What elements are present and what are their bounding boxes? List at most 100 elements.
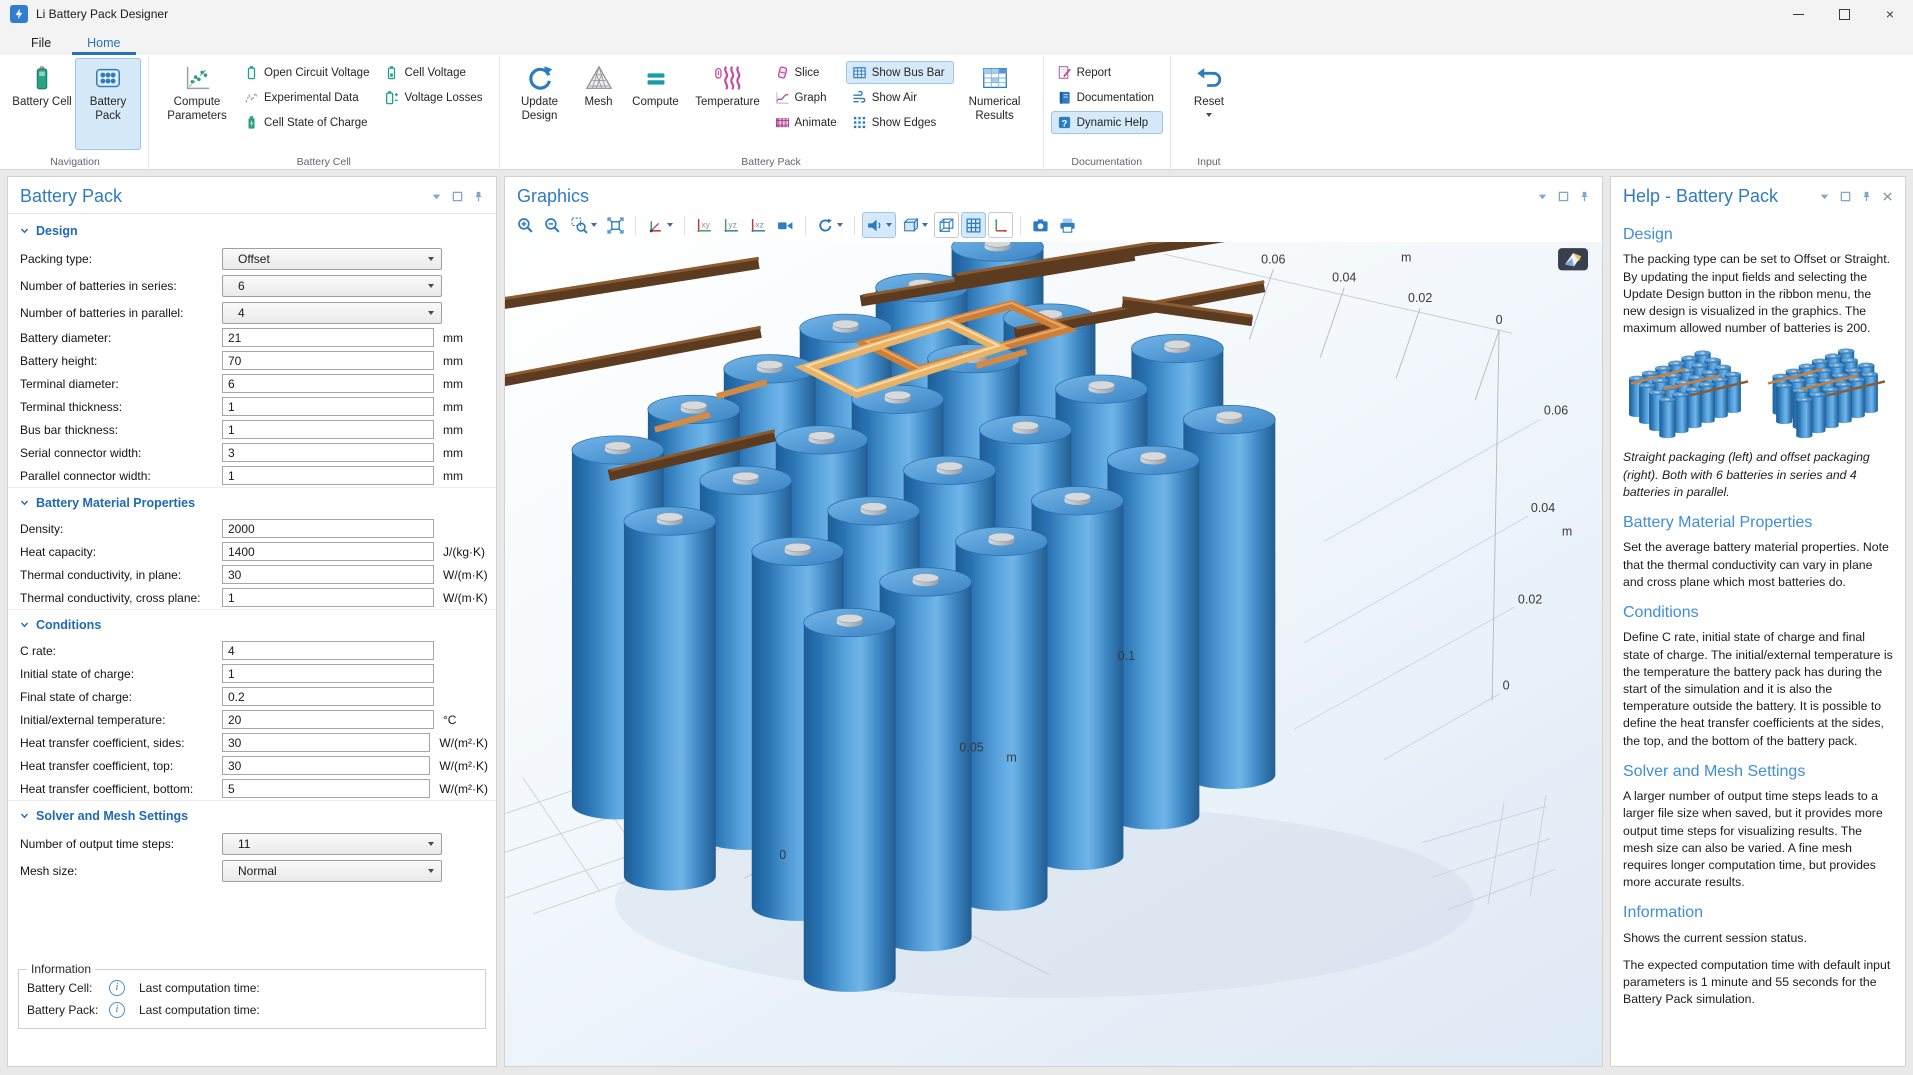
close-button[interactable]: × xyxy=(1867,0,1913,28)
report-button[interactable]: Report xyxy=(1051,61,1163,84)
serial-connector-width-input[interactable]: 3 xyxy=(222,443,434,462)
rotate-view-button[interactable] xyxy=(813,212,847,238)
heat-transfer-coefficient-sides-input[interactable]: 30 xyxy=(222,733,430,752)
cell-voltage-button[interactable]: Cell Voltage xyxy=(378,61,491,84)
input-value: 4 xyxy=(228,644,235,658)
tab-file[interactable]: File xyxy=(16,32,66,55)
unit-label: W/(m·K) xyxy=(443,591,488,605)
zoom-extents-button[interactable] xyxy=(603,212,628,238)
snapshot-button[interactable] xyxy=(1028,212,1053,238)
section-conditions: ConditionsC rate:4Initial state of charg… xyxy=(8,609,496,800)
documentation-button[interactable]: Documentation xyxy=(1051,86,1163,109)
thermal-conductivity-in-plane-input[interactable]: 30 xyxy=(222,565,434,584)
zoom-in-button[interactable] xyxy=(513,212,538,238)
input-value: 3 xyxy=(228,446,235,460)
environment-button[interactable] xyxy=(898,212,932,238)
number-of-output-time-steps-select[interactable]: 11 xyxy=(222,833,442,855)
section-header-design[interactable]: Design xyxy=(8,216,496,245)
terminal-diameter-input[interactable]: 6 xyxy=(222,374,434,393)
panel-menu-icon[interactable] xyxy=(1819,191,1830,202)
initial-external-temperature-input[interactable]: 20 xyxy=(222,710,434,729)
mesh-size-select[interactable]: Normal xyxy=(222,860,442,882)
graphics-canvas[interactable]: 0.060.040.020m0.060.040.020m0.10.050m xyxy=(505,242,1602,1066)
go-to-view-button[interactable] xyxy=(643,212,677,238)
panel-close-icon[interactable] xyxy=(1882,191,1893,202)
panel-float-icon[interactable] xyxy=(1840,191,1851,202)
numerical-results-button[interactable]: Numerical Results xyxy=(954,58,1036,150)
show-air-icon xyxy=(852,90,867,105)
input-value: 2000 xyxy=(228,522,255,536)
section-header-solver-and-mesh-settings[interactable]: Solver and Mesh Settings xyxy=(8,801,496,830)
minimize-button[interactable] xyxy=(1775,0,1821,28)
graph-button[interactable]: Graph xyxy=(769,86,846,109)
slice-button[interactable]: Slice xyxy=(769,61,846,84)
print-icon xyxy=(1059,217,1076,234)
update-design-button[interactable]: Update Design xyxy=(507,58,573,150)
final-state-of-charge-input[interactable]: 0.2 xyxy=(222,687,434,706)
initial-state-of-charge-input[interactable]: 1 xyxy=(222,664,434,683)
field-label: Packing type: xyxy=(20,252,222,266)
heat-capacity-input[interactable]: 1400 xyxy=(222,542,434,561)
section-header-battery-material-properties[interactable]: Battery Material Properties xyxy=(8,488,496,517)
section-header-conditions[interactable]: Conditions xyxy=(8,610,496,639)
panel-pin-icon[interactable] xyxy=(1579,191,1590,202)
show-axis-button[interactable] xyxy=(988,212,1013,238)
experimental-data-button[interactable]: Experimental Data xyxy=(238,86,378,109)
compute-parameters-button[interactable]: Compute Parameters xyxy=(156,58,238,150)
number-of-batteries-in-parallel-select[interactable]: 4 xyxy=(222,302,442,324)
battery-cell-label: Battery Cell xyxy=(12,96,71,110)
battery-diameter-input[interactable]: 21 xyxy=(222,328,434,347)
offset-packaging-thumbnail xyxy=(1760,347,1891,444)
packing-type-select[interactable]: Offset xyxy=(222,248,442,270)
number-of-batteries-in-series-select[interactable]: 6 xyxy=(222,275,442,297)
battery-cell-button[interactable]: Battery Cell xyxy=(9,58,75,150)
axis-tick-label: m xyxy=(1401,250,1411,264)
print-button[interactable] xyxy=(1055,212,1080,238)
reset-icon xyxy=(1194,63,1224,93)
field-label: Heat transfer coefficient, sides: xyxy=(20,736,222,750)
panel-pin-icon[interactable] xyxy=(473,191,484,202)
compute-button[interactable]: Compute xyxy=(625,58,687,150)
temperature-button[interactable]: Temperature xyxy=(687,58,769,150)
show-bus-bar-button[interactable]: Show Bus Bar xyxy=(846,61,954,84)
animate-button[interactable]: Animate xyxy=(769,111,846,134)
scene-light-button[interactable] xyxy=(862,212,896,238)
voltage-losses-button[interactable]: Voltage Losses xyxy=(378,86,491,109)
density-input[interactable]: 2000 xyxy=(222,519,434,538)
go-to-view-icon xyxy=(647,217,664,234)
show-air-button[interactable]: Show Air xyxy=(846,86,954,109)
cell-state-of-charge-button[interactable]: Cell State of Charge xyxy=(238,111,378,134)
dynamic-help-button[interactable]: Dynamic Help xyxy=(1051,111,1163,134)
terminal-thickness-input[interactable]: 1 xyxy=(222,397,434,416)
open-circuit-voltage-button[interactable]: Open Circuit Voltage xyxy=(238,61,378,84)
view-xy-button[interactable] xyxy=(692,212,717,238)
scene-camera-button[interactable] xyxy=(773,212,798,238)
view-cube-icon[interactable] xyxy=(1558,248,1588,270)
battery-pack-button[interactable]: Battery Pack xyxy=(75,58,141,150)
tab-home[interactable]: Home xyxy=(72,32,135,55)
panel-float-icon[interactable] xyxy=(452,191,463,202)
scene-light-icon xyxy=(866,217,883,234)
maximize-button[interactable] xyxy=(1821,0,1867,28)
panel-menu-icon[interactable] xyxy=(1537,191,1548,202)
zoom-box-button[interactable] xyxy=(567,212,601,238)
heat-transfer-coefficient-bottom-input[interactable]: 5 xyxy=(222,779,430,798)
chevron-down-icon xyxy=(886,223,892,227)
panel-pin-icon[interactable] xyxy=(1861,191,1872,202)
zoom-out-button[interactable] xyxy=(540,212,565,238)
parallel-connector-width-input[interactable]: 1 xyxy=(222,466,434,485)
transparency-button[interactable] xyxy=(934,212,959,238)
thermal-conductivity-cross-plane-input[interactable]: 1 xyxy=(222,588,434,607)
show-grid-button[interactable] xyxy=(961,212,986,238)
c-rate-input[interactable]: 4 xyxy=(222,641,434,660)
battery-height-input[interactable]: 70 xyxy=(222,351,434,370)
reset-button[interactable]: Reset xyxy=(1178,58,1240,150)
mesh-button[interactable]: Mesh xyxy=(573,58,625,150)
panel-menu-icon[interactable] xyxy=(431,191,442,202)
panel-float-icon[interactable] xyxy=(1558,191,1569,202)
view-xz-button[interactable] xyxy=(746,212,771,238)
view-yz-button[interactable] xyxy=(719,212,744,238)
bus-bar-thickness-input[interactable]: 1 xyxy=(222,420,434,439)
heat-transfer-coefficient-top-input[interactable]: 30 xyxy=(222,756,430,775)
show-edges-button[interactable]: Show Edges xyxy=(846,111,954,134)
